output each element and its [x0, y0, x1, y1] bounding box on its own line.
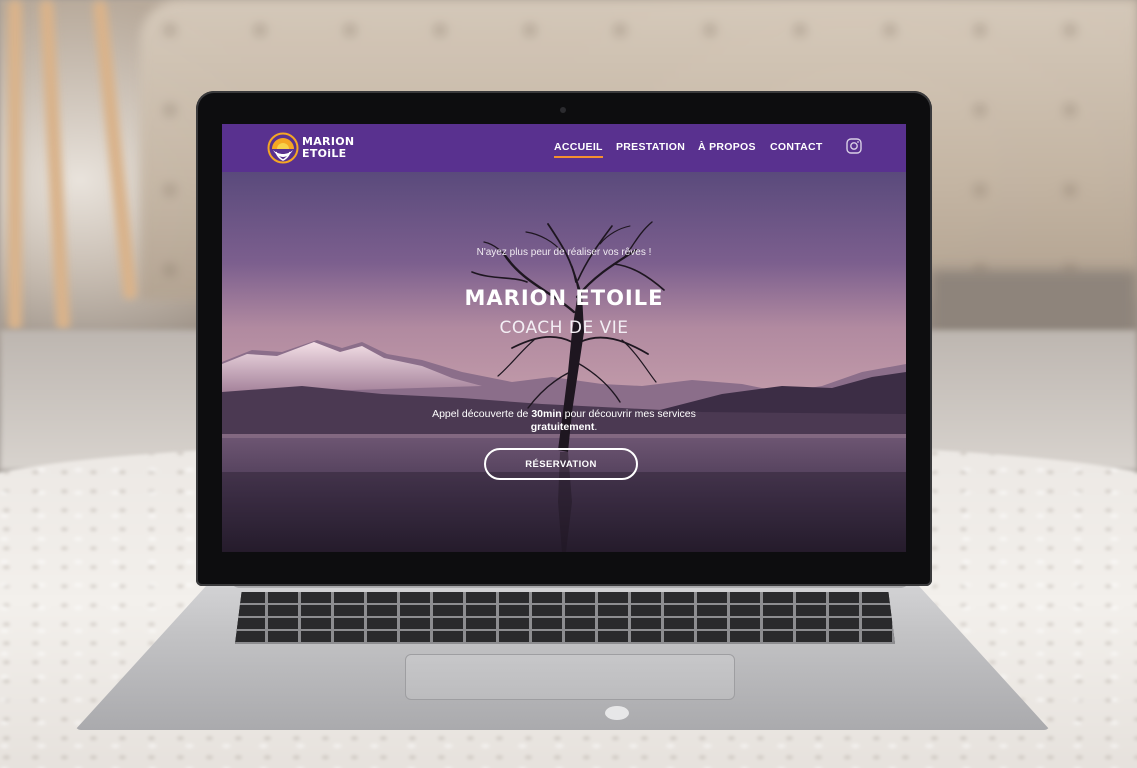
desc-text: Appel découverte de	[432, 408, 532, 420]
laptop-notch	[605, 706, 629, 720]
hero-subtitle: COACH DE VIE	[499, 318, 629, 338]
nav-item-contact[interactable]: CONTACT	[770, 141, 823, 153]
desc-duration: 30min	[531, 408, 562, 420]
site-logo-text[interactable]: MARION ETOiLE	[302, 136, 362, 160]
laptop-keyboard	[235, 592, 895, 644]
laptop-trackpad	[405, 654, 735, 700]
desc-period: .	[594, 421, 598, 433]
camera-icon	[560, 107, 566, 113]
hero-section: N'ayez plus peur de réaliser vos rêves !…	[222, 172, 906, 552]
sunrise-hands-logo-icon[interactable]	[266, 132, 300, 164]
nav-item-prestation[interactable]: PRESTATION	[616, 141, 685, 153]
hero-title: MARION ETOILE	[464, 286, 664, 310]
desc-text: pour découvrir mes services	[561, 408, 696, 420]
desc-free: gratuitement	[530, 421, 595, 433]
hero-background-image	[222, 172, 906, 552]
instagram-icon[interactable]	[846, 138, 862, 154]
nav-item-a-propos[interactable]: À PROPOS	[698, 141, 756, 153]
site-navbar: MARION ETOiLE ACCUEIL PRESTATION À PROPO…	[222, 124, 906, 172]
hero-description: Appel découverte de 30min pour découvrir…	[222, 408, 906, 434]
hero-tagline: N'ayez plus peur de réaliser vos rêves !	[476, 247, 652, 258]
nav-item-accueil[interactable]: ACCUEIL	[554, 141, 603, 158]
chair-leg	[8, 0, 22, 330]
logo-line2: ETOiLE	[302, 147, 347, 160]
reservation-button[interactable]: RÉSERVATION	[484, 448, 638, 480]
website-screen: MARION ETOiLE ACCUEIL PRESTATION À PROPO…	[222, 124, 906, 552]
